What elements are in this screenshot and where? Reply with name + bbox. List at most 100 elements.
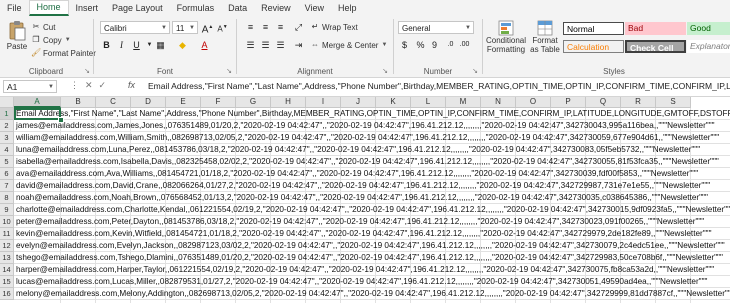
paste-button[interactable]: Paste <box>5 20 29 51</box>
row-header[interactable]: 4 <box>0 144 14 156</box>
column-header[interactable]: K <box>376 97 411 108</box>
conditional-formatting-button[interactable]: Conditional Formatting <box>486 20 526 54</box>
format-painter-button[interactable]: 🖌 Format Painter <box>31 48 96 58</box>
style-calculation[interactable]: Calculation <box>563 40 624 53</box>
column-header[interactable]: R <box>621 97 656 108</box>
tab-data[interactable]: Data <box>221 1 254 16</box>
table-row[interactable]: evelyn@emailaddress.com,Evelyn,Jackson,,… <box>14 240 730 252</box>
row-header[interactable]: 11 <box>0 228 14 240</box>
row-header[interactable]: 13 <box>0 252 14 264</box>
orientation-icon[interactable]: ⤢ <box>292 21 305 33</box>
merge-center-button[interactable]: ⇔ Merge & Center ▼ <box>310 40 388 50</box>
dialog-launcher-icon[interactable]: ↘ <box>226 67 232 75</box>
tab-review[interactable]: Review <box>254 1 298 16</box>
align-top-icon[interactable]: ≡ <box>244 21 257 33</box>
style-bad[interactable]: Bad <box>625 22 686 35</box>
table-row[interactable]: luna@emailaddress.com,Luna,Perez,,081453… <box>14 144 730 156</box>
row-header[interactable]: 15 <box>0 276 14 288</box>
insert-function-button[interactable]: fx <box>128 80 135 90</box>
style-explanatory[interactable]: Explanatory <box>687 40 730 53</box>
dialog-launcher-icon[interactable]: ↘ <box>382 67 388 75</box>
fill-handle[interactable] <box>58 117 64 123</box>
align-center-icon[interactable]: ☰ <box>259 39 272 51</box>
table-row[interactable]: kevin@emailaddress.com,Kevin,Witfield,,0… <box>14 228 730 240</box>
confirm-icon[interactable]: ✓ <box>99 80 113 90</box>
column-header[interactable]: G <box>236 97 271 108</box>
column-header[interactable]: Q <box>586 97 621 108</box>
select-all-button[interactable] <box>0 97 14 108</box>
column-header[interactable]: J <box>341 97 376 108</box>
shrink-font-icon[interactable]: A▼ <box>216 21 229 34</box>
column-header[interactable]: O <box>516 97 551 108</box>
style-check-cell[interactable]: Check Cell <box>625 40 686 53</box>
align-right-icon[interactable]: ☰ <box>274 39 287 51</box>
column-header[interactable]: D <box>131 97 166 108</box>
column-header[interactable]: E <box>166 97 201 108</box>
table-row[interactable]: james@emailaddress.com,James,Jones,,0763… <box>14 120 730 132</box>
currency-button[interactable]: $ <box>398 39 411 51</box>
copy-button[interactable]: ❐ Copy ▼ <box>31 35 72 45</box>
column-header[interactable]: I <box>306 97 341 108</box>
align-middle-icon[interactable]: ≡ <box>259 21 272 33</box>
row-header[interactable]: 7 <box>0 180 14 192</box>
bold-button[interactable]: B <box>100 39 113 51</box>
table-row[interactable]: william@emailaddress.com,William,Smith,,… <box>14 132 730 144</box>
align-bottom-icon[interactable]: ≡ <box>274 21 287 33</box>
table-row[interactable]: isabella@emailaddress.com,Isabella,Davis… <box>14 156 730 168</box>
row-header[interactable]: 12 <box>0 240 14 252</box>
font-name-select[interactable]: Calibri ▼ <box>100 21 170 34</box>
row-header[interactable]: 3 <box>0 132 14 144</box>
table-row[interactable]: peter@emailaddress.com,Peter,Dayton,,081… <box>14 216 730 228</box>
tab-home[interactable]: Home <box>28 0 69 16</box>
italic-button[interactable]: I <box>115 39 128 51</box>
grow-font-icon[interactable]: A▲ <box>201 21 214 35</box>
increase-decimal-icon[interactable]: .0 <box>444 39 457 51</box>
column-header[interactable]: A <box>14 97 61 108</box>
comma-style-button[interactable]: 9 <box>428 39 441 51</box>
column-header[interactable]: P <box>551 97 586 108</box>
indent-icon[interactable]: ⇥ <box>292 39 305 51</box>
table-row[interactable]: tshego@emailaddress.com,Tshego,Dlamini,,… <box>14 252 730 264</box>
decrease-decimal-icon[interactable]: .00 <box>458 39 471 51</box>
column-header[interactable]: M <box>446 97 481 108</box>
tab-help[interactable]: Help <box>331 1 364 16</box>
row-header[interactable]: 5 <box>0 156 14 168</box>
table-row[interactable]: harper@emailaddress.com,Harper,Taylor,,0… <box>14 264 730 276</box>
number-format-select[interactable]: General ▼ <box>398 21 474 34</box>
percent-button[interactable]: % <box>414 39 427 51</box>
column-header[interactable]: C <box>96 97 131 108</box>
column-header[interactable]: H <box>271 97 306 108</box>
cancel-icon[interactable]: ✕ <box>85 80 99 90</box>
column-header[interactable]: F <box>201 97 236 108</box>
spreadsheet-grid[interactable]: A B C D E F G H I J K L M N O P Q R S 1 Email Address,"First… <box>0 97 730 303</box>
tab-page-layout[interactable]: Page Layout <box>105 1 170 16</box>
wrap-text-button[interactable]: ↵ Wrap Text <box>310 22 358 32</box>
table-row[interactable]: ava@emailaddress.com,Ava,Williams,,08145… <box>14 168 730 180</box>
cut-button[interactable]: ✂ Cut <box>31 22 56 32</box>
align-left-icon[interactable]: ☰ <box>244 39 257 51</box>
format-as-table-button[interactable]: Format as Table <box>528 20 562 54</box>
table-row[interactable]: noah@emailaddress.com,Noah,Brown,,076568… <box>14 192 730 204</box>
font-color-icon[interactable]: A <box>198 39 211 51</box>
row-header[interactable]: 2 <box>0 120 14 132</box>
table-row[interactable]: melony@emailaddress.com,Melony,Addington… <box>14 288 730 300</box>
fill-color-icon[interactable]: ◆ <box>176 39 189 51</box>
column-header[interactable]: L <box>411 97 446 108</box>
dialog-launcher-icon[interactable]: ↘ <box>84 67 90 75</box>
column-header[interactable]: N <box>481 97 516 108</box>
row-header[interactable]: 10 <box>0 216 14 228</box>
style-good[interactable]: Good <box>687 22 730 35</box>
row-header[interactable]: 14 <box>0 264 14 276</box>
tab-file[interactable]: File <box>0 1 29 16</box>
formula-input[interactable]: Email Address,"First Name","Last Name",A… <box>148 80 730 93</box>
tab-formulas[interactable]: Formulas <box>170 1 222 16</box>
table-row[interactable]: charlotte@emailaddress.com,Charlotte,Ken… <box>14 204 730 216</box>
name-box[interactable]: A1 ▼ <box>3 80 57 93</box>
column-header[interactable]: B <box>61 97 96 108</box>
row-header[interactable]: 9 <box>0 204 14 216</box>
font-size-select[interactable]: 11 ▼ <box>172 21 198 34</box>
tab-view[interactable]: View <box>298 1 331 16</box>
row-header[interactable]: 8 <box>0 192 14 204</box>
table-row[interactable]: Email Address,"First Name","Last Name",A… <box>14 108 730 120</box>
row-header[interactable]: 1 <box>0 108 14 120</box>
